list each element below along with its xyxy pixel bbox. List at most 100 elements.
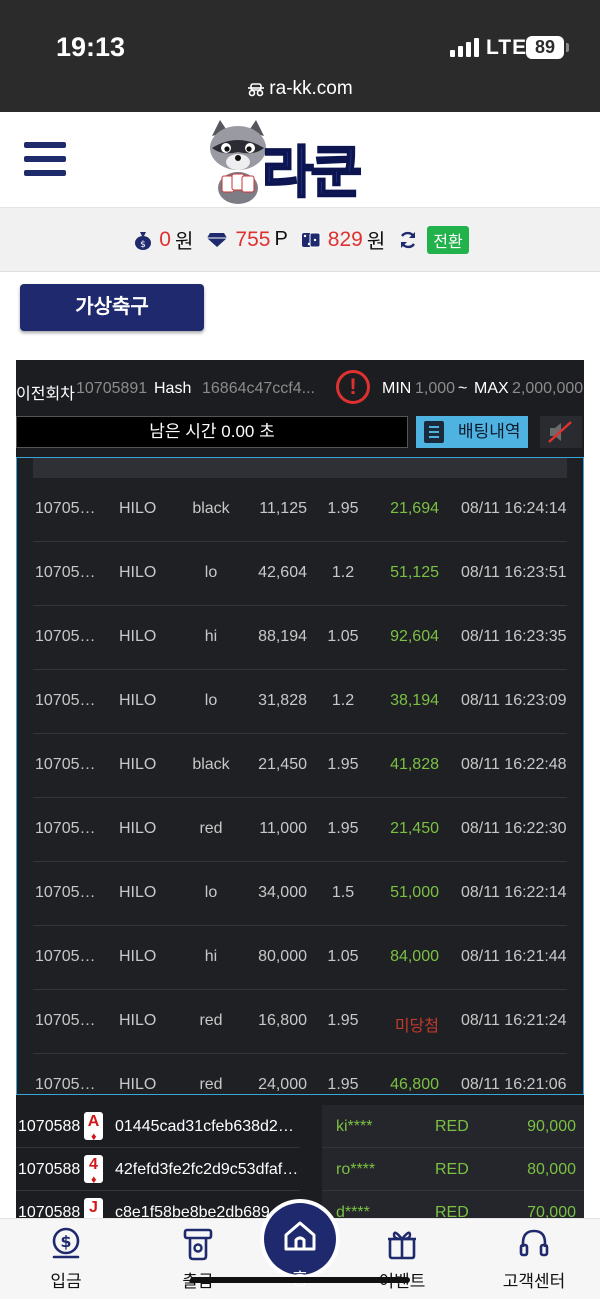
bet-row: 10705… HILO hi 80,000 1.05 84,000 08/11 16:21:… <box>33 926 567 990</box>
bet-row: 10705… HILO black 11,125 1.95 21,694 08/11 16:… <box>33 478 567 542</box>
bet-id: 10705… <box>35 628 96 645</box>
range-tilde: ~ <box>458 380 468 397</box>
site-settings-icon <box>248 83 265 97</box>
history-amount: 90,000 <box>527 1118 576 1135</box>
coin-deposit-icon: $ <box>52 1227 80 1259</box>
bet-table-header <box>33 458 567 478</box>
bet-time: 08/11 16:23:51 <box>461 564 567 581</box>
bet-game: HILO <box>119 628 157 645</box>
bet-row: 10705… HILO lo 34,000 1.5 51,000 08/11 16:22:1… <box>33 862 567 926</box>
bet-odds: 1.95 <box>327 756 359 773</box>
bet-odds: 1.95 <box>327 500 359 517</box>
home-indicator <box>190 1277 410 1283</box>
site-logo[interactable]: 라쿤 <box>200 114 400 207</box>
history-hash: 42fefd3fe2fc2d9c53dfaf… <box>115 1161 299 1178</box>
game-panel: 이전회차 10705891 Hash 16864c47ccf4... MIN 1… <box>16 360 584 1234</box>
bet-id: 10705… <box>35 692 96 709</box>
bet-odds: 1.95 <box>327 1012 359 1029</box>
url-text: ra-kk.com <box>269 78 353 99</box>
home-icon <box>284 1221 316 1251</box>
min-value: 1,000 <box>415 380 456 397</box>
bet-id: 10705… <box>35 948 96 965</box>
bet-row: 10705… HILO black 21,450 1.95 41,828 08/11 16:… <box>33 734 567 798</box>
points-unit: P <box>274 228 288 250</box>
bet-amount: 31,828 <box>258 692 307 709</box>
history-pick: RED <box>435 1161 469 1178</box>
network-label: LTE <box>486 36 528 59</box>
bet-time: 08/11 16:22:14 <box>461 884 567 901</box>
history-round-id: 1070588 <box>18 1161 81 1178</box>
logo-text: 라쿤 <box>261 140 363 207</box>
refresh-icon[interactable] <box>398 230 418 250</box>
max-value: 2,000,000 <box>512 380 584 397</box>
switch-button[interactable]: 전환 <box>427 225 469 254</box>
game-money-unit: 원 <box>366 231 386 253</box>
bet-game: HILO <box>119 948 157 965</box>
nav-support[interactable]: 고객센터 <box>484 1227 584 1292</box>
bet-pick: red <box>199 820 223 837</box>
bet-odds: 1.2 <box>331 564 355 581</box>
bet-amount: 80,000 <box>258 948 307 965</box>
menu-icon[interactable] <box>24 142 66 178</box>
bet-win: 21,694 <box>390 500 439 517</box>
bet-amount: 21,450 <box>258 756 307 773</box>
bet-row: 10705… HILO lo 42,604 1.2 51,125 08/11 16:23:5… <box>33 542 567 606</box>
bet-pick: lo <box>204 692 218 709</box>
bet-win: 51,125 <box>390 564 439 581</box>
bet-game: HILO <box>119 820 157 837</box>
alert-icon: ! <box>336 370 370 404</box>
bet-row: 10705… HILO lo 31,828 1.2 38,194 08/11 16:23:0… <box>33 670 567 734</box>
bet-id: 10705… <box>35 564 96 581</box>
battery-icon: 89 <box>526 36 564 59</box>
url-bar[interactable]: ra-kk.com <box>0 78 600 100</box>
speaker-muted-icon <box>548 421 572 443</box>
bet-odds: 1.95 <box>327 1076 359 1093</box>
bet-time: 08/11 16:22:48 <box>461 756 567 773</box>
bet-id: 10705… <box>35 1012 96 1029</box>
hash-label: Hash <box>154 380 192 397</box>
bet-game: HILO <box>119 500 157 517</box>
history-round-id: 1070588 <box>18 1118 81 1135</box>
prev-round-label: 이전회차 <box>16 386 75 403</box>
bet-time: 08/11 16:24:14 <box>461 500 567 517</box>
bet-win: 21,450 <box>390 820 439 837</box>
battery-tip <box>566 43 569 52</box>
mute-button[interactable] <box>540 416 582 448</box>
max-label: MAX <box>474 380 509 397</box>
bet-history-button[interactable]: 배팅내역 <box>416 416 528 448</box>
signal-icon <box>450 38 479 57</box>
bet-amount: 11,000 <box>259 820 307 837</box>
svg-text:$: $ <box>140 240 146 250</box>
bet-time: 08/11 16:21:06 <box>461 1076 567 1093</box>
bet-pick: hi <box>204 948 218 965</box>
bet-pick: black <box>192 756 230 773</box>
bet-id: 10705… <box>35 884 96 901</box>
dice-icon <box>301 230 321 250</box>
bet-win: 51,000 <box>390 884 439 901</box>
countdown-timer: 남은 시간 0.00 초 <box>16 416 408 448</box>
bet-time: 08/11 16:21:24 <box>461 1012 567 1029</box>
nav-support-label: 고객센터 <box>502 1272 566 1291</box>
bet-time: 08/11 16:21:44 <box>461 948 567 965</box>
bet-time: 08/11 16:22:30 <box>461 820 567 837</box>
bottom-nav: $ 입금 출금 홈 이벤트 고객센터 <box>0 1203 600 1299</box>
bet-pick: lo <box>204 884 218 901</box>
bet-game: HILO <box>119 1076 157 1093</box>
bet-amount: 11,125 <box>259 500 307 517</box>
virtual-soccer-button[interactable]: 가상축구 <box>20 284 204 331</box>
bet-table[interactable]: 10705… HILO black 11,125 1.95 21,694 08/11 16:… <box>16 457 584 1095</box>
bet-game: HILO <box>119 692 157 709</box>
history-user: ro**** <box>336 1161 376 1178</box>
headset-icon <box>519 1229 549 1257</box>
status-time: 19:13 <box>56 32 126 62</box>
round-info: 이전회차 10705891 Hash 16864c47ccf4... MIN 1… <box>16 374 584 404</box>
history-user: ki**** <box>336 1118 373 1135</box>
cash-unit: 원 <box>174 231 194 253</box>
bet-time: 08/11 16:23:09 <box>461 692 567 709</box>
bet-pick: hi <box>204 628 218 645</box>
nav-deposit-label: 입금 <box>50 1272 82 1291</box>
nav-deposit[interactable]: $ 입금 <box>16 1227 116 1292</box>
bet-id: 10705… <box>35 820 96 837</box>
bet-odds: 1.5 <box>331 884 355 901</box>
bet-id: 10705… <box>35 1076 96 1093</box>
